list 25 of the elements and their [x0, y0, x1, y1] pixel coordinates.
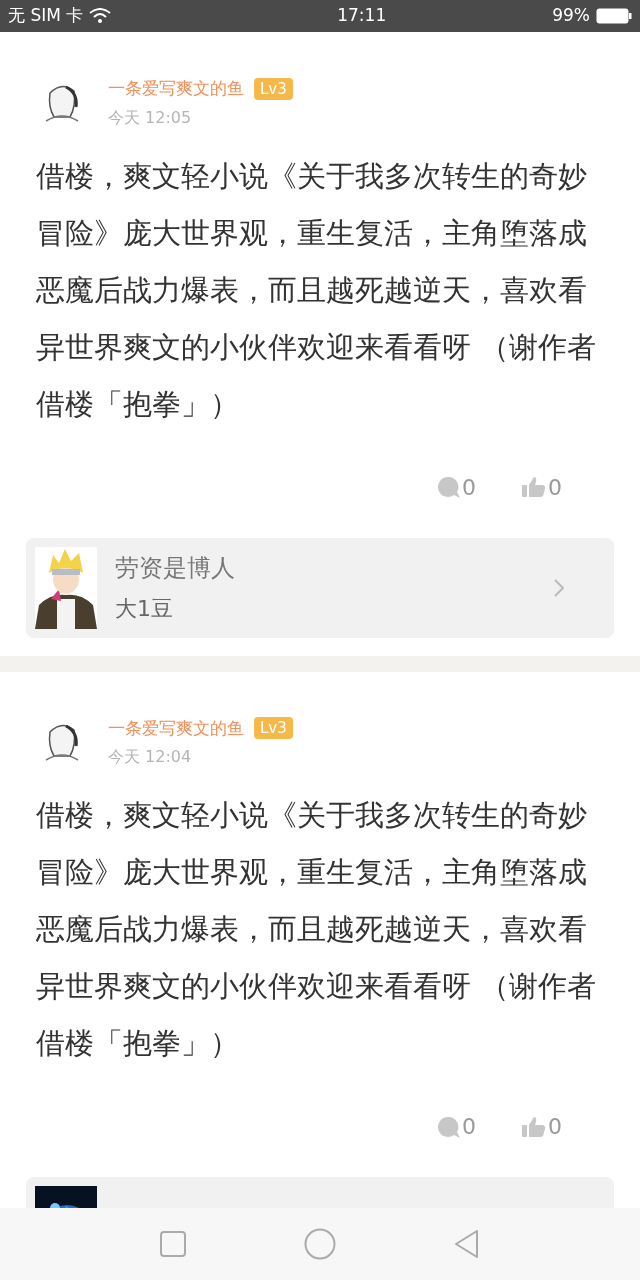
level-badge: Lv3 — [254, 717, 293, 740]
post-body: 借楼，爽文轻小说《关于我多次转生的奇妙冒险》庞大世界观，重生复活，主角堕落成恶魔后战力爆表，而且越死越逆天，喜欢看异世界爽文的小伙伴欢迎来看看呀 （谢作者借楼「抱拳」） — [36, 797, 598, 1062]
comment-icon — [436, 1114, 460, 1139]
like-button[interactable]: 0 — [522, 470, 562, 504]
battery-icon — [596, 8, 632, 24]
comment-icon — [436, 475, 460, 499]
post-body: 借楼，爽文轻小说《关于我多次转生的奇妙冒险》庞大世界观，重生复活，主角堕落成恶魔后战力爆表，而且越死越逆天，喜欢看异世界爽文的小伙伴欢迎来看看呀 （谢作者借楼「抱拳」） — [36, 157, 598, 423]
book-card[interactable]: 劳资是博人 大1豆 — [26, 537, 614, 638]
book-title: 劳资是博人 — [115, 553, 236, 584]
level-badge: Lv3 — [254, 77, 293, 100]
post-time: 今天 12:04 — [108, 746, 193, 768]
clock-text: 17:11 — [337, 4, 387, 28]
thumbs-up-icon — [522, 475, 546, 499]
post-time: 今天 12:05 — [108, 106, 193, 129]
comment-button[interactable]: 0 — [436, 1110, 476, 1143]
author-name[interactable]: 一条爱写爽文的鱼 — [108, 715, 244, 741]
wifi-icon — [89, 8, 112, 24]
battery-text: 99% — [552, 4, 590, 28]
chevron-right-icon — [554, 578, 564, 597]
thumbs-up-icon — [522, 1114, 546, 1139]
book-author: 大1豆 — [115, 595, 174, 623]
like-button[interactable]: 0 — [522, 1110, 562, 1143]
carrier-text: 无 SIM 卡 — [8, 4, 84, 28]
author-name[interactable]: 一条爱写爽文的鱼 — [108, 76, 244, 102]
comment-button[interactable]: 0 — [436, 470, 476, 504]
